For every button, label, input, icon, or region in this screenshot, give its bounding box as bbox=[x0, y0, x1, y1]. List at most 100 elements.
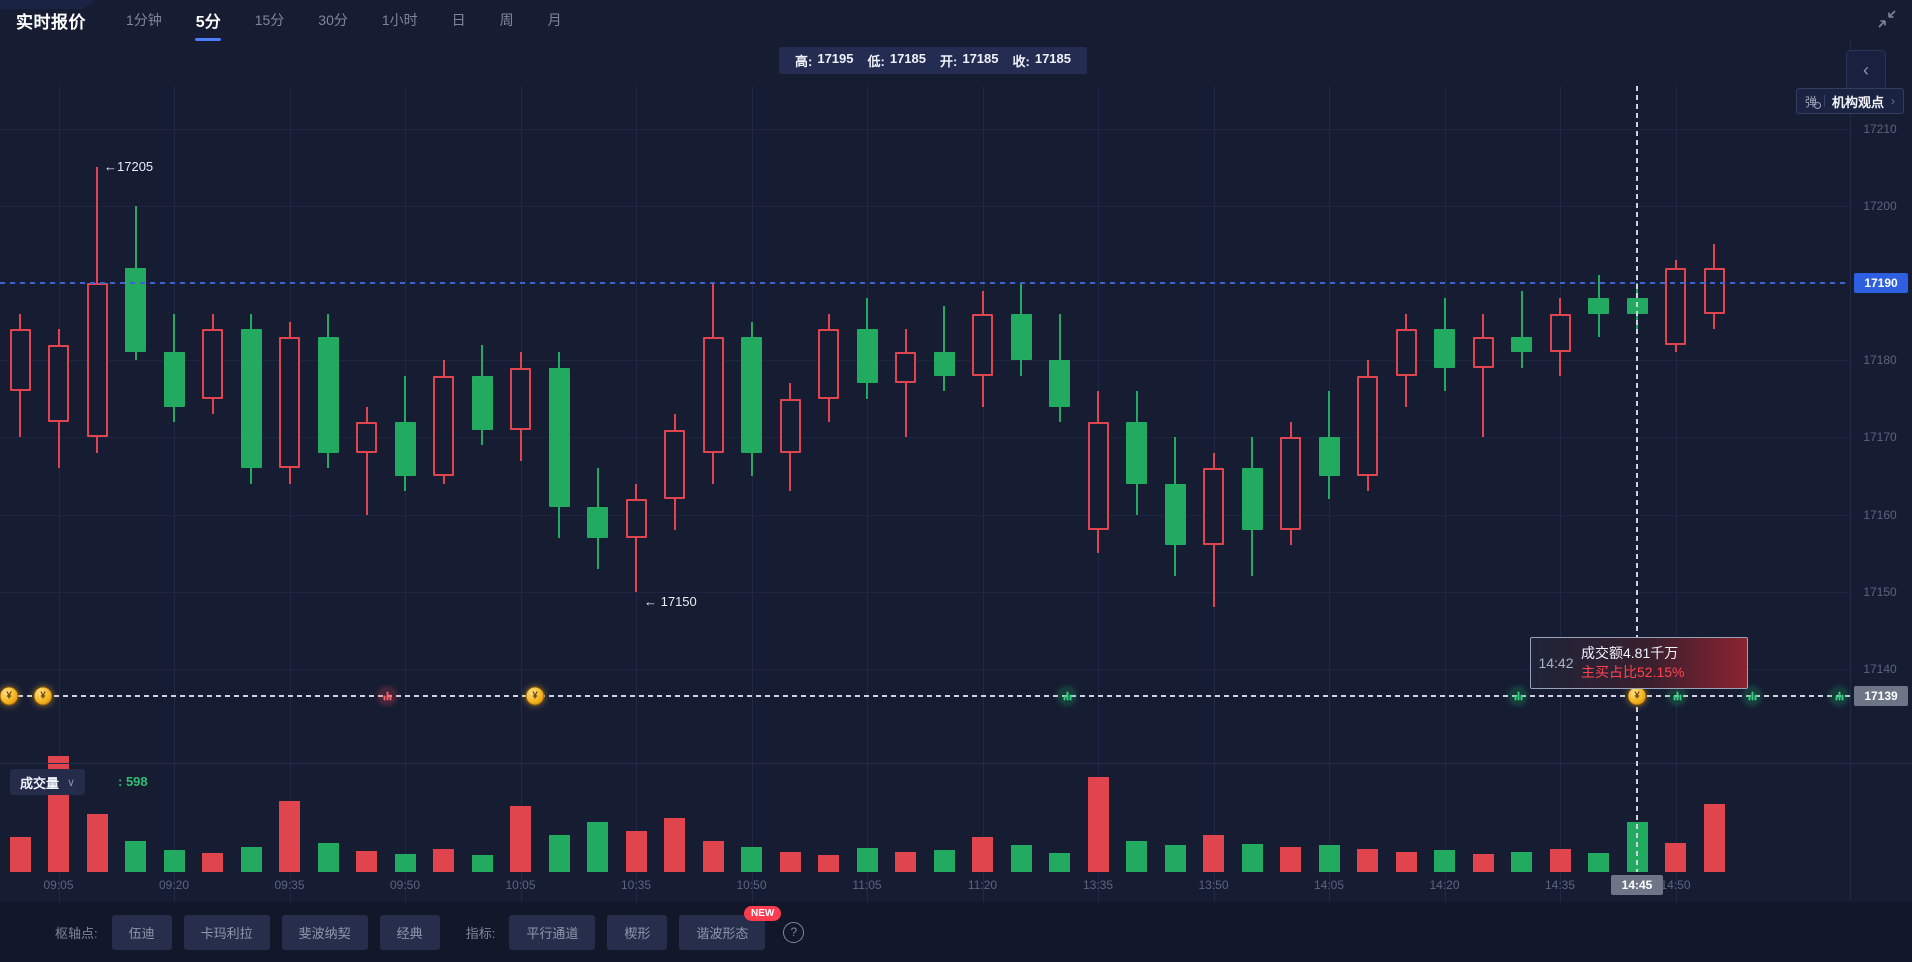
green-volume-marker-icon[interactable] bbox=[1510, 688, 1527, 705]
indicator-button[interactable]: 谐波形态NEW bbox=[679, 915, 765, 950]
candle[interactable] bbox=[741, 337, 762, 453]
candle[interactable] bbox=[395, 422, 416, 476]
volume-bar[interactable] bbox=[395, 854, 416, 872]
gold-coin-marker-icon[interactable]: ¥ bbox=[0, 687, 19, 706]
candle[interactable] bbox=[202, 329, 223, 398]
volume-bar[interactable] bbox=[1049, 853, 1070, 872]
volume-bar[interactable] bbox=[10, 837, 31, 872]
volume-bar[interactable] bbox=[1396, 852, 1417, 872]
volume-bar[interactable] bbox=[818, 855, 839, 872]
volume-bar[interactable] bbox=[1319, 845, 1340, 872]
tab-interval-30分[interactable]: 30分 bbox=[316, 4, 350, 36]
candle[interactable] bbox=[1665, 268, 1686, 345]
volume-bar[interactable] bbox=[1434, 850, 1455, 872]
volume-bar[interactable] bbox=[202, 853, 223, 872]
volume-bar[interactable] bbox=[626, 831, 647, 872]
volume-bar[interactable] bbox=[241, 847, 262, 872]
volume-bar[interactable] bbox=[857, 848, 878, 872]
candle[interactable] bbox=[1280, 437, 1301, 530]
candle[interactable] bbox=[164, 352, 185, 406]
tab-interval-周[interactable]: 周 bbox=[498, 4, 516, 36]
volume-bar[interactable] bbox=[164, 850, 185, 872]
volume-bar[interactable] bbox=[87, 814, 108, 872]
volume-bar[interactable] bbox=[1280, 847, 1301, 872]
indicator-button[interactable]: 楔形 bbox=[607, 915, 667, 950]
candle[interactable] bbox=[1203, 468, 1224, 545]
candle[interactable] bbox=[1088, 422, 1109, 530]
candle[interactable] bbox=[1434, 329, 1455, 368]
pivot-button[interactable]: 斐波纳契 bbox=[282, 915, 368, 950]
volume-bar[interactable] bbox=[1588, 853, 1609, 872]
candle[interactable] bbox=[356, 422, 377, 453]
volume-indicator-selector[interactable]: 成交量 ∨ bbox=[10, 769, 85, 795]
candle[interactable] bbox=[587, 507, 608, 538]
sidebar-collapse-button[interactable]: ‹ bbox=[1846, 50, 1886, 90]
candle[interactable] bbox=[241, 329, 262, 468]
tab-interval-1分钟[interactable]: 1分钟 bbox=[124, 4, 164, 36]
candle[interactable] bbox=[857, 329, 878, 383]
candle[interactable] bbox=[1704, 268, 1725, 314]
candle[interactable] bbox=[318, 337, 339, 453]
volume-bar[interactable] bbox=[895, 852, 916, 872]
candle[interactable] bbox=[1165, 484, 1186, 546]
candle[interactable] bbox=[48, 345, 69, 422]
candle[interactable] bbox=[279, 337, 300, 468]
volume-bar[interactable] bbox=[1550, 849, 1571, 872]
volume-bar[interactable] bbox=[356, 851, 377, 872]
candle[interactable] bbox=[1049, 360, 1070, 406]
volume-bar[interactable] bbox=[703, 841, 724, 872]
volume-bar[interactable] bbox=[972, 837, 993, 872]
volume-bar[interactable] bbox=[549, 835, 570, 872]
volume-bar[interactable] bbox=[1511, 852, 1532, 872]
pivot-button[interactable]: 伍迪 bbox=[112, 915, 172, 950]
volume-bar[interactable] bbox=[279, 801, 300, 872]
candle[interactable] bbox=[1588, 298, 1609, 313]
candle[interactable] bbox=[1550, 314, 1571, 353]
volume-bar[interactable] bbox=[1473, 854, 1494, 872]
volume-bar[interactable] bbox=[1704, 804, 1725, 872]
green-volume-marker-icon[interactable] bbox=[1059, 688, 1076, 705]
institution-view-button[interactable]: 弹 机构观点 › bbox=[1796, 88, 1904, 114]
volume-bar[interactable] bbox=[433, 849, 454, 872]
green-volume-marker-icon[interactable] bbox=[1831, 688, 1848, 705]
candle[interactable] bbox=[664, 430, 685, 499]
candle[interactable] bbox=[1126, 422, 1147, 484]
volume-bar[interactable] bbox=[1242, 844, 1263, 872]
volume-bar[interactable] bbox=[318, 843, 339, 872]
candle[interactable] bbox=[549, 368, 570, 507]
candle[interactable] bbox=[934, 352, 955, 375]
candle[interactable] bbox=[895, 352, 916, 383]
candle[interactable] bbox=[510, 368, 531, 430]
candle[interactable] bbox=[1357, 376, 1378, 476]
volume-bar[interactable] bbox=[1011, 845, 1032, 872]
tab-interval-月[interactable]: 月 bbox=[546, 4, 564, 36]
volume-bar[interactable] bbox=[741, 847, 762, 872]
candle[interactable] bbox=[10, 329, 31, 391]
volume-bar[interactable] bbox=[664, 818, 685, 872]
help-icon[interactable]: ? bbox=[783, 922, 804, 943]
tab-interval-5分[interactable]: 5分 bbox=[194, 2, 223, 38]
gold-coin-marker-icon[interactable]: ¥ bbox=[34, 687, 53, 706]
volume-bar[interactable] bbox=[1165, 845, 1186, 872]
candle[interactable] bbox=[1011, 314, 1032, 360]
candle[interactable] bbox=[433, 376, 454, 476]
candle[interactable] bbox=[626, 499, 647, 538]
collapse-panel-icon[interactable] bbox=[1876, 8, 1898, 30]
tab-interval-15分[interactable]: 15分 bbox=[253, 4, 287, 36]
candle[interactable] bbox=[87, 283, 108, 437]
candle[interactable] bbox=[1396, 329, 1417, 375]
indicator-button[interactable]: 平行通道 bbox=[509, 915, 595, 950]
red-volume-marker-icon[interactable] bbox=[379, 688, 396, 705]
volume-bar[interactable] bbox=[1088, 777, 1109, 872]
candle[interactable] bbox=[1242, 468, 1263, 530]
volume-bar[interactable] bbox=[1126, 841, 1147, 872]
candlestick-chart[interactable]: 1721017200171801717017160171501714017190… bbox=[0, 40, 1912, 962]
candle[interactable] bbox=[780, 399, 801, 453]
volume-bar[interactable] bbox=[780, 852, 801, 872]
candle[interactable] bbox=[472, 376, 493, 430]
green-volume-marker-icon[interactable] bbox=[1669, 688, 1686, 705]
volume-bar[interactable] bbox=[934, 850, 955, 872]
candle[interactable] bbox=[1511, 337, 1532, 352]
tab-interval-日[interactable]: 日 bbox=[450, 4, 468, 36]
candle[interactable] bbox=[703, 337, 724, 453]
